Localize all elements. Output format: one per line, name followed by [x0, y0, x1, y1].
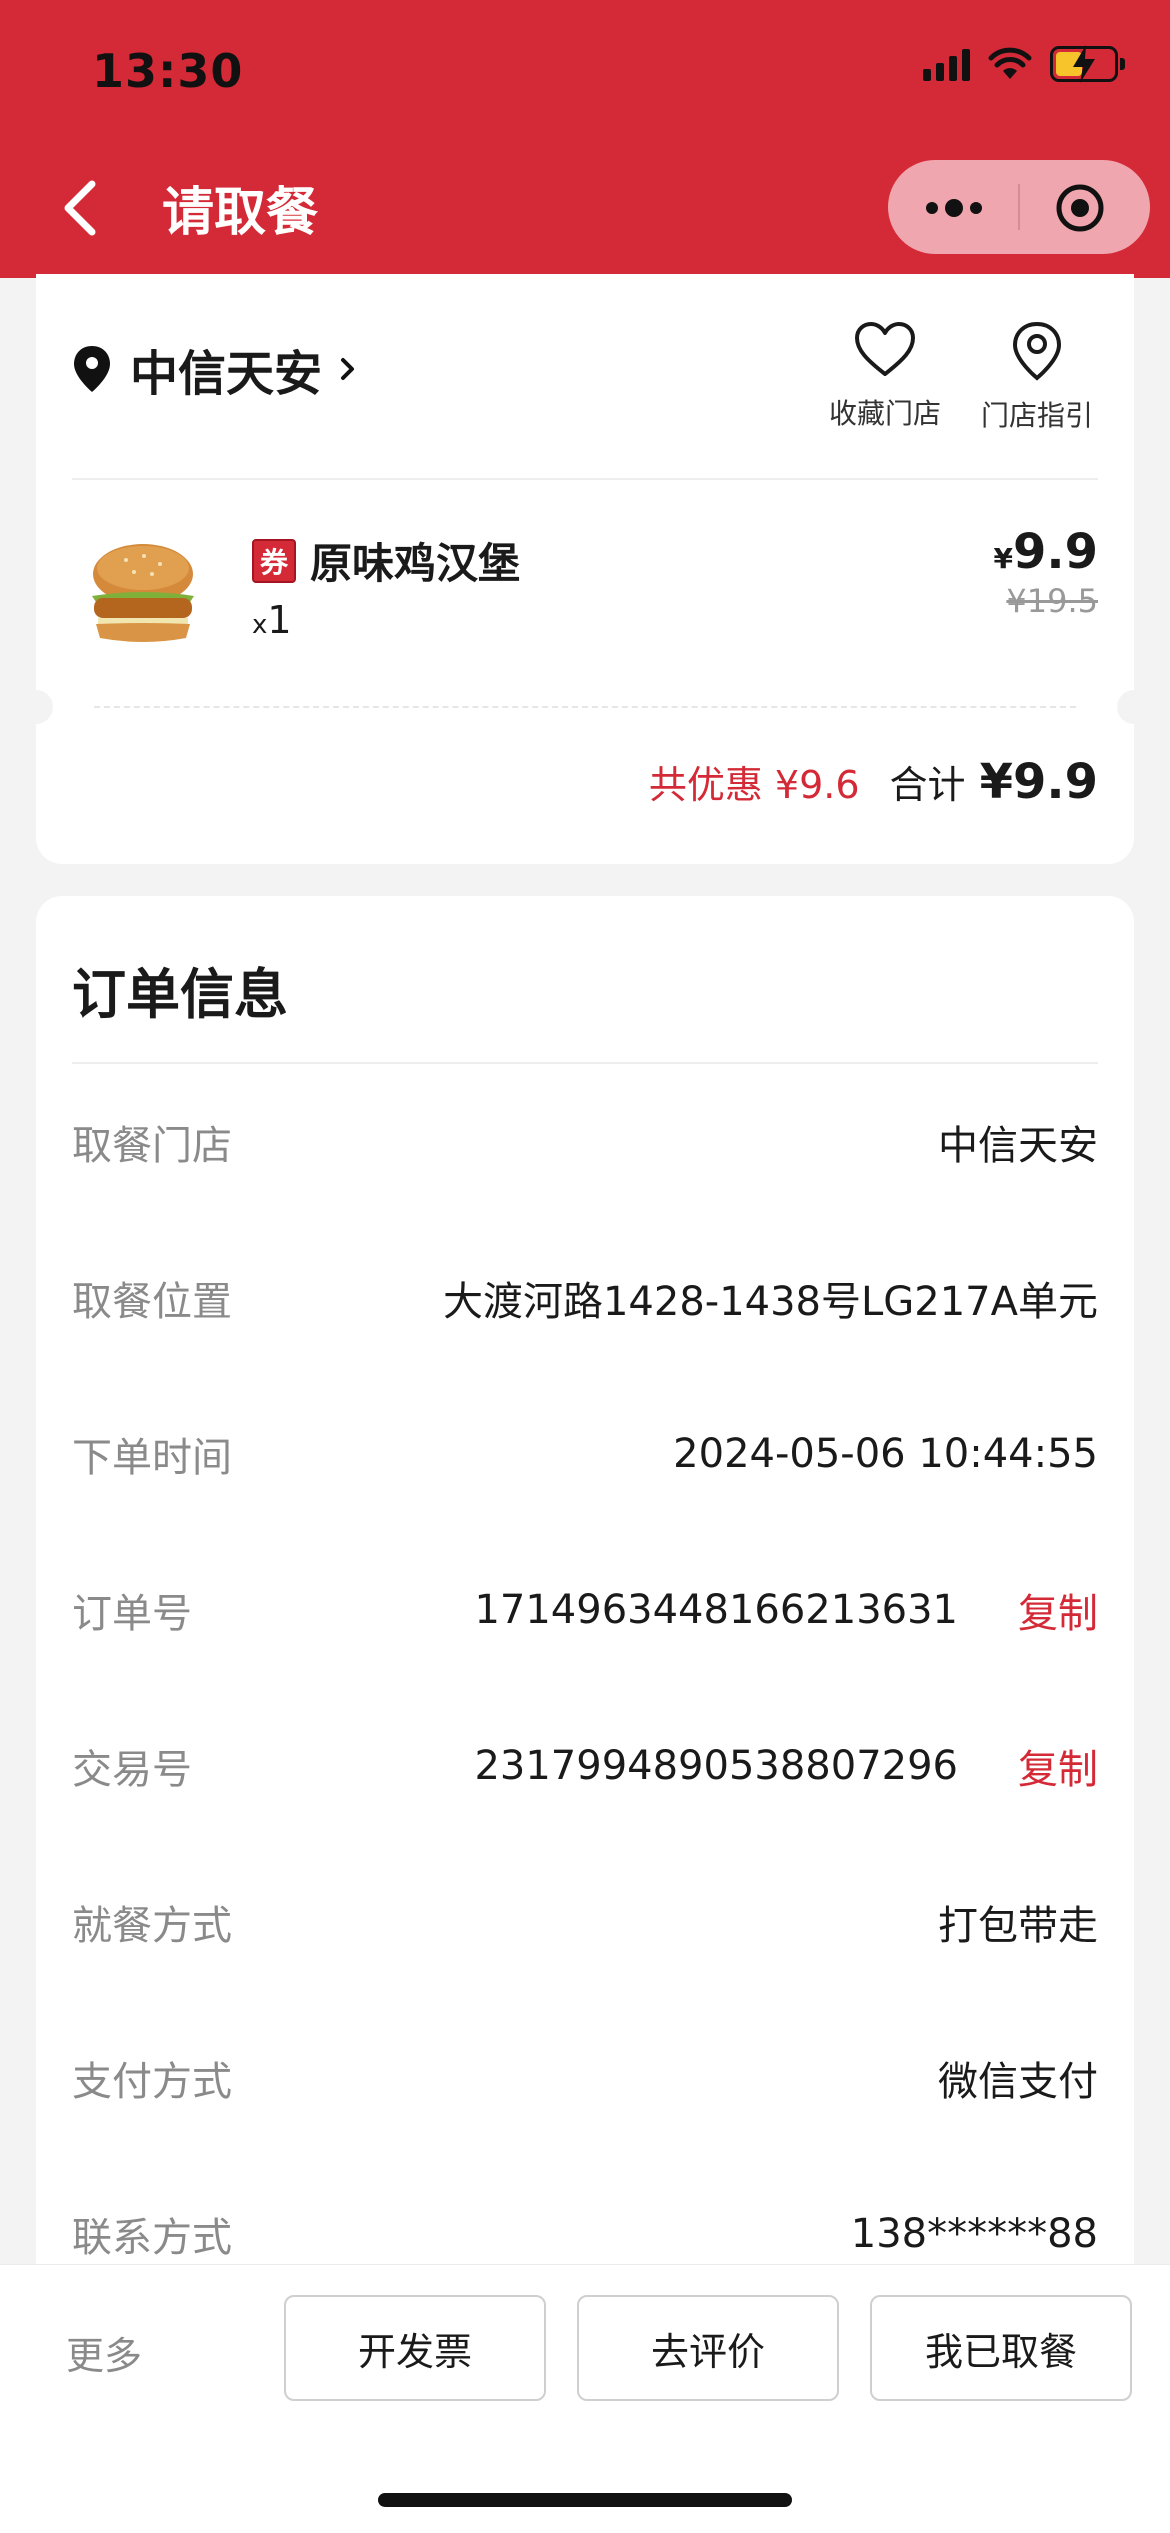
order-number-value: 1714963448166213631	[474, 1587, 958, 1633]
info-row-dining-method: 就餐方式 打包带走	[72, 1903, 1098, 1949]
issue-invoice-button[interactable]: 开发票	[284, 2295, 546, 2401]
info-row-payment-method: 支付方式 微信支付	[72, 2059, 1098, 2105]
heart-icon	[855, 322, 915, 376]
product-price: ¥9.9 ¥19.5	[993, 524, 1098, 620]
location-icon	[74, 346, 110, 392]
back-arrow-icon[interactable]	[56, 172, 106, 242]
info-row-pickup-store: 取餐门店 中信天安	[72, 1123, 1098, 1169]
divider	[72, 1062, 1098, 1064]
info-row-contact: 联系方式 138******88	[72, 2211, 1098, 2261]
info-row-transaction-number: 交易号 2317994890538807296 复制	[72, 1736, 1098, 1796]
chevron-right-icon	[341, 358, 355, 380]
bottom-action-bar: 更多 开发票 去评价 我已取餐	[0, 2264, 1170, 2533]
picked-up-button[interactable]: 我已取餐	[870, 2295, 1132, 2401]
top-header: 13:30 请取餐	[0, 0, 1170, 278]
chicken-burger-image	[92, 544, 194, 642]
close-miniprogram-icon[interactable]	[1054, 182, 1106, 234]
dashed-divider	[94, 706, 1076, 708]
total-amount: ¥9.9	[979, 754, 1098, 810]
current-price: ¥9.9	[993, 524, 1098, 580]
transaction-number-value: 2317994890538807296	[474, 1743, 958, 1789]
divider	[72, 478, 1098, 480]
product-quantity: x1	[252, 598, 292, 642]
product-name: 原味鸡汉堡	[310, 539, 521, 588]
status-time: 13:30	[92, 44, 244, 98]
battery-charging-icon	[1050, 45, 1125, 83]
location-pin-icon	[1012, 321, 1062, 381]
write-review-button[interactable]: 去评价	[577, 2295, 839, 2401]
store-link[interactable]: 中信天安	[72, 334, 358, 404]
more-options-icon[interactable]	[924, 188, 984, 228]
status-icons	[923, 45, 1125, 83]
cellular-signal-icon	[923, 47, 970, 81]
info-row-pickup-location: 取餐位置 大渡河路1428-1438号LG217A单元	[72, 1279, 1098, 1325]
total-label: 合计	[889, 763, 966, 807]
favorite-store-label: 收藏门店	[828, 397, 941, 430]
store-name: 中信天安	[130, 346, 323, 402]
discount-amount: 共优惠 ¥9.6	[648, 763, 860, 807]
original-price: ¥19.5	[1006, 582, 1098, 620]
order-info-title: 订单信息	[72, 963, 288, 1026]
order-items-card: 中信天安 收藏门店 门店指引 券 原味鸡汉堡 x1 ¥9.9 ¥19.5 共优惠…	[19, 274, 1151, 864]
order-total-row: 共优惠 ¥9.6 合计 ¥9.9	[649, 754, 1098, 810]
product-title-row: 券 原味鸡汉堡	[252, 530, 520, 591]
coupon-badge: 券	[252, 538, 296, 583]
info-row-order-number: 订单号 1714963448166213631 复制	[72, 1580, 1098, 1640]
wifi-icon	[988, 47, 1032, 79]
info-row-order-time: 下单时间 2024-05-06 10:44:55	[72, 1431, 1098, 1481]
home-indicator	[378, 2493, 792, 2507]
copy-order-number-button[interactable]: 复制	[1018, 1581, 1098, 1639]
page-title: 请取餐	[162, 183, 319, 243]
order-info-card: 订单信息 取餐门店 中信天安 取餐位置 大渡河路1428-1438号LG217A…	[36, 896, 1134, 2396]
ticket-notch-right	[1117, 690, 1151, 724]
copy-transaction-number-button[interactable]: 复制	[1018, 1737, 1098, 1795]
mini-program-capsule	[888, 160, 1150, 254]
more-button[interactable]: 更多	[66, 2325, 142, 2380]
ticket-notch-left	[19, 690, 53, 724]
favorite-store-button[interactable]: 收藏门店	[820, 320, 950, 432]
store-directions-label: 门店指引	[980, 399, 1093, 432]
store-directions-button[interactable]: 门店指引	[972, 320, 1102, 434]
